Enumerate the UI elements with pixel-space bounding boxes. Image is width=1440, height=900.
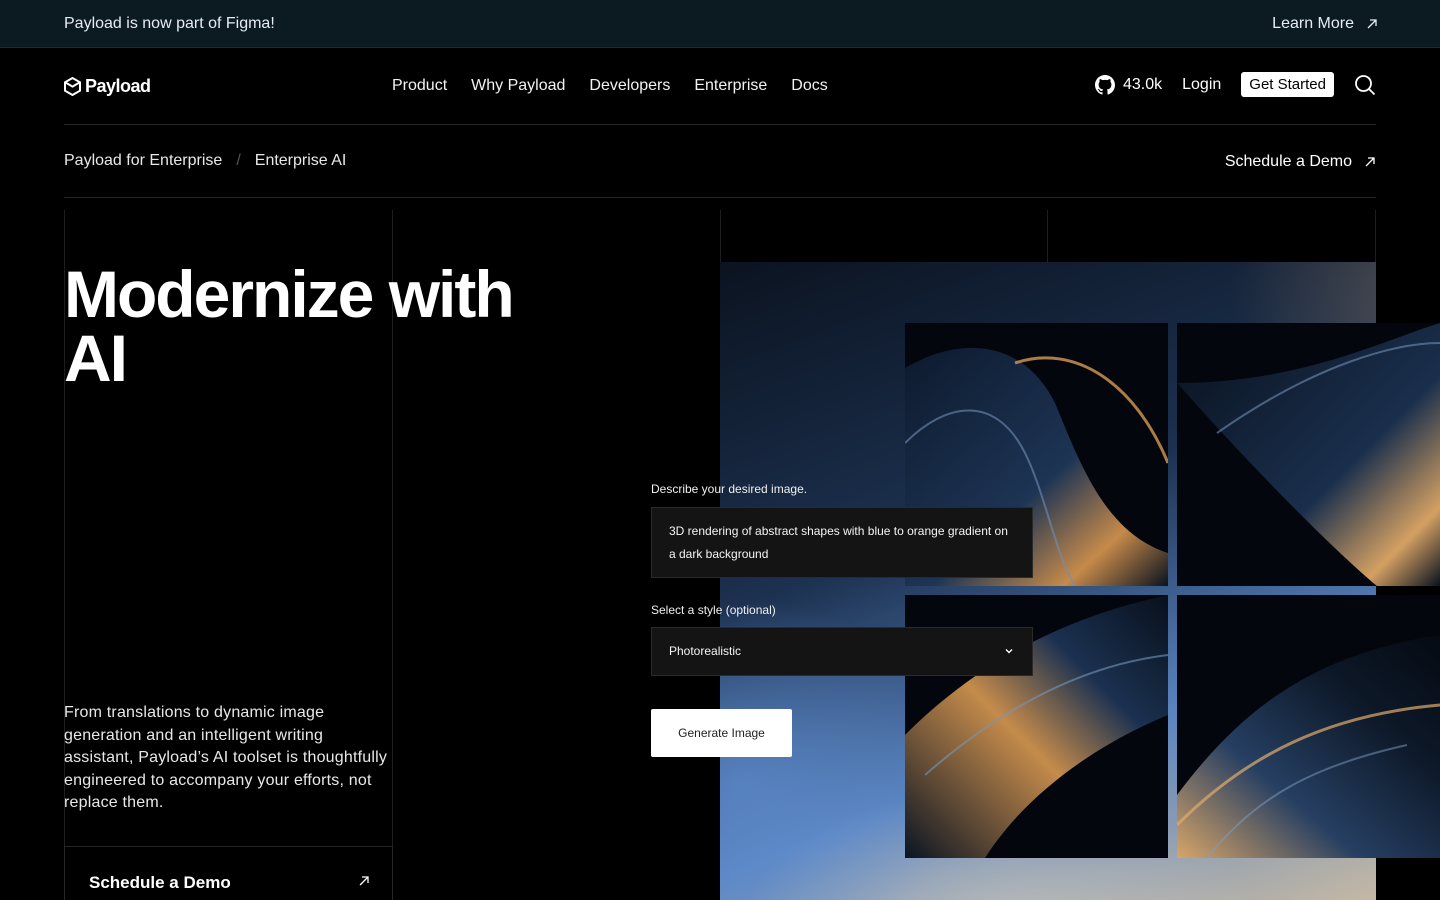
schedule-demo-link[interactable]: Schedule a Demo — [1225, 153, 1376, 171]
breadcrumb-separator: / — [236, 152, 241, 169]
style-select[interactable]: Photorealistic — [651, 627, 1033, 676]
generated-image-tile — [1177, 595, 1440, 858]
payload-logo-icon — [64, 77, 81, 96]
main-nav: Payload Product Why Payload Developers E… — [64, 48, 1376, 125]
nav-item-why-payload[interactable]: Why Payload — [471, 77, 565, 95]
hero-description: From translations to dynamic image gener… — [64, 704, 388, 812]
learn-more-label: Learn More — [1272, 15, 1354, 32]
grid-line — [720, 210, 721, 262]
nav-item-product[interactable]: Product — [392, 77, 447, 95]
nav-item-docs[interactable]: Docs — [791, 77, 827, 95]
search-icon[interactable] — [1354, 74, 1376, 96]
get-started-button[interactable]: Get Started — [1241, 72, 1334, 97]
nav-item-developers[interactable]: Developers — [589, 77, 670, 95]
breadcrumb-enterprise-ai[interactable]: Enterprise AI — [255, 152, 347, 170]
schedule-demo-label: Schedule a Demo — [1224, 153, 1352, 170]
arrow-up-right-icon — [1365, 157, 1375, 167]
page-title: Modernize with AI — [64, 257, 515, 395]
login-link[interactable]: Login — [1182, 76, 1221, 94]
breadcrumb: Payload for Enterprise / Enterprise AI — [64, 152, 346, 170]
breadcrumb-payload-for-enterprise[interactable]: Payload for Enterprise — [64, 152, 222, 170]
prompt-textarea[interactable]: 3D rendering of abstract shapes with blu… — [651, 507, 1033, 578]
arrow-up-right-icon — [359, 876, 369, 886]
grid-line — [1375, 210, 1376, 262]
github-icon — [1094, 74, 1115, 95]
github-stars-count: 43.0k — [1122, 75, 1163, 93]
payload-logo[interactable]: Payload — [64, 76, 151, 97]
chevron-down-icon — [1005, 649, 1013, 654]
learn-more-link[interactable]: Learn More — [1272, 15, 1378, 33]
announcement-banner: Payload is now part of Figma! Learn More — [0, 0, 1440, 48]
banner-text: Payload is now part of Figma! — [64, 15, 275, 32]
nav-item-enterprise[interactable]: Enterprise — [694, 77, 767, 95]
nav-actions: 43.0k Login Get Started — [1094, 72, 1376, 97]
nav-links: Product Why Payload Developers Enterpris… — [392, 77, 828, 95]
schedule-demo-button-label: Schedule a Demo — [89, 873, 231, 892]
generated-image-tile — [1177, 323, 1440, 586]
schedule-demo-button[interactable]: Schedule a Demo — [64, 846, 393, 900]
sub-nav: Payload for Enterprise / Enterprise AI S… — [64, 125, 1376, 198]
arrow-up-right-icon — [1367, 19, 1377, 29]
github-stars-link[interactable]: 43.0k — [1094, 74, 1163, 95]
logo-text: Payload — [85, 76, 151, 96]
style-select-value: Photorealistic — [669, 644, 742, 658]
prompt-label: Describe your desired image. — [651, 482, 808, 496]
grid-line — [1047, 210, 1048, 262]
style-label: Select a style (optional) — [651, 603, 776, 617]
generate-image-button[interactable]: Generate Image — [651, 709, 792, 757]
